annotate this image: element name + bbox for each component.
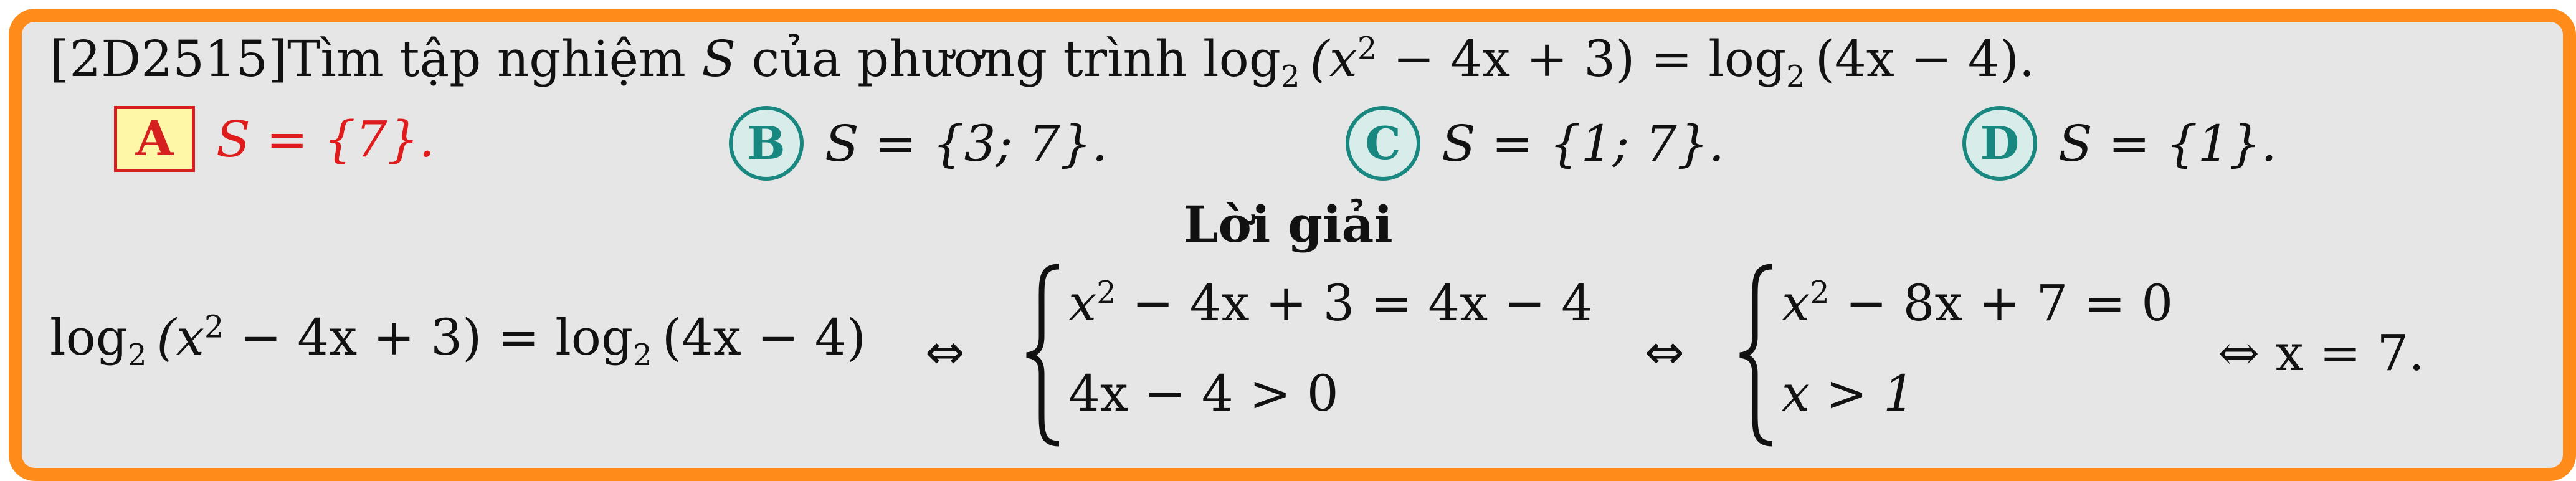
question-code: [2D2515] bbox=[50, 30, 288, 88]
sys2-l1-post: − 8x + 7 = 0 bbox=[1829, 274, 2174, 332]
iff-symbol-2: ⇔ bbox=[1645, 324, 1685, 379]
option-a[interactable]: A S = {7}. bbox=[114, 106, 435, 172]
question-text-before: Tìm tập nghiệm bbox=[287, 30, 702, 88]
option-c[interactable]: C S = {1; 7}. bbox=[1346, 106, 1724, 181]
question-var: S bbox=[701, 30, 736, 88]
question-text-middle: của phương trình bbox=[736, 30, 1203, 88]
sys1-l1-post: − 4x + 3 = 4x − 4 bbox=[1116, 274, 1594, 332]
system-brace-1 bbox=[1026, 264, 1060, 447]
system1-line2: 4x − 4 > 0 bbox=[1068, 364, 1339, 422]
lhs-args: (x bbox=[1309, 30, 1357, 88]
sys1-l1-exp: 2 bbox=[1096, 274, 1116, 311]
rhs-base: 2 bbox=[1786, 59, 1805, 94]
solution-equation: log2 (x2 − 4x + 3) = log2 (4x − 4) bbox=[50, 308, 866, 373]
system2-line2: x > 1 bbox=[1782, 364, 1915, 422]
option-d-letter: D bbox=[1962, 106, 2037, 181]
rhs-log: log bbox=[1708, 30, 1787, 88]
option-c-letter: C bbox=[1346, 106, 1420, 181]
lhs-log: log bbox=[1203, 30, 1281, 88]
sys2-l1-pre: x bbox=[1782, 274, 1810, 332]
lhs-base: 2 bbox=[1280, 59, 1300, 94]
solution-title: Lời giải bbox=[1183, 195, 1393, 254]
sys2-l1-exp: 2 bbox=[1810, 274, 1830, 311]
option-a-letter: A bbox=[114, 106, 195, 172]
option-b-text: S = {3; 7}. bbox=[825, 114, 1108, 173]
eq-arg2: (4x − 4) bbox=[662, 308, 866, 366]
question-text: [2D2515]Tìm tập nghiệm S của phương trìn… bbox=[50, 30, 2035, 94]
system-brace-2 bbox=[1739, 264, 1773, 447]
final-answer: ⇔ x = 7. bbox=[2218, 324, 2425, 382]
eq-log2: log bbox=[555, 308, 634, 366]
eq-log1: log bbox=[50, 308, 128, 366]
lhs-rest: − 4x + 3) = bbox=[1377, 30, 1709, 88]
iff-symbol-1: ⇔ bbox=[925, 324, 965, 379]
system2-line1: x2 − 8x + 7 = 0 bbox=[1782, 274, 2173, 332]
rhs-args: (4x − 4). bbox=[1815, 30, 2035, 88]
option-c-text: S = {1; 7}. bbox=[1442, 114, 1725, 173]
eq-arg1-post: − 4x + 3) = bbox=[224, 308, 556, 366]
eq-arg1-pre: (x bbox=[156, 308, 204, 366]
lhs-exp: 2 bbox=[1357, 30, 1377, 67]
system1-line1: x2 − 4x + 3 = 4x − 4 bbox=[1068, 274, 1593, 332]
option-b[interactable]: B S = {3; 7}. bbox=[729, 106, 1108, 181]
option-d[interactable]: D S = {1}. bbox=[1962, 106, 2277, 181]
eq-arg1-exp: 2 bbox=[204, 308, 224, 345]
answer-options: A S = {7}. B S = {3; 7}. C S = {1; 7}. D… bbox=[0, 106, 2576, 181]
option-d-text: S = {1}. bbox=[2058, 114, 2277, 173]
eq-base1: 2 bbox=[127, 337, 147, 373]
sys1-l1-pre: x bbox=[1068, 274, 1097, 332]
eq-base2: 2 bbox=[633, 337, 652, 373]
option-b-letter: B bbox=[729, 106, 804, 181]
option-a-text: S = {7}. bbox=[216, 110, 435, 168]
